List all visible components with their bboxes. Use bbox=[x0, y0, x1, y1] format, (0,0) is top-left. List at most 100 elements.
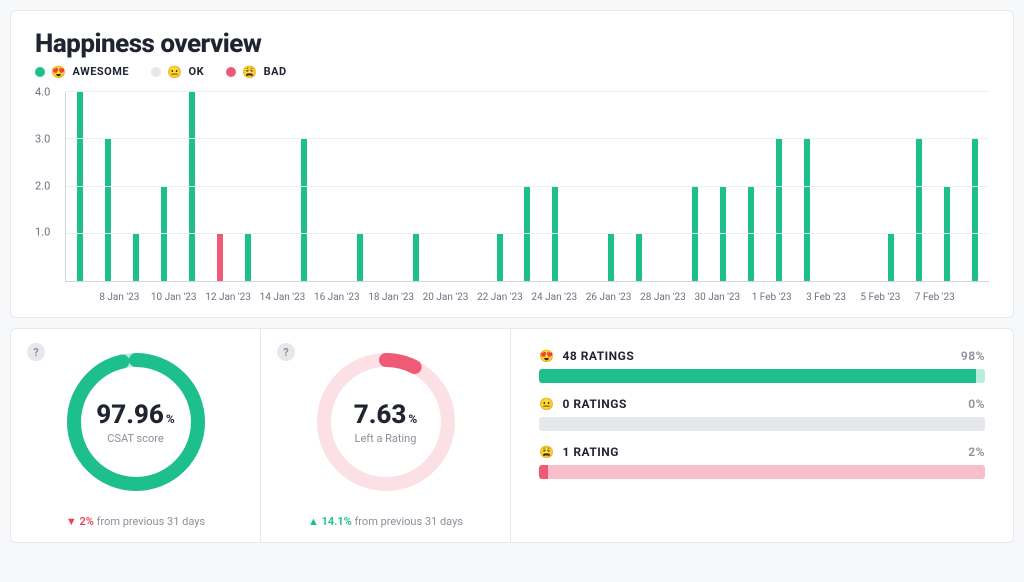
bar bbox=[944, 187, 950, 282]
x-tick-label: 8 Jan '23 bbox=[92, 292, 146, 303]
csat-value: 97.96% bbox=[96, 400, 175, 430]
rating-bar-fill bbox=[539, 369, 976, 383]
bar bbox=[552, 187, 558, 282]
bar bbox=[357, 234, 363, 281]
day-slot bbox=[933, 92, 961, 281]
help-icon[interactable]: ? bbox=[277, 343, 295, 361]
bar bbox=[804, 139, 810, 281]
legend-item[interactable]: 😍AWESOME bbox=[35, 65, 129, 78]
arrow-up-icon: ▲ bbox=[308, 515, 319, 528]
grid-line bbox=[66, 138, 989, 139]
x-tick-label: 10 Jan '23 bbox=[147, 292, 201, 303]
x-tick-label: 14 Jan '23 bbox=[255, 292, 309, 303]
rating-row: 😐0 RATINGS0% bbox=[539, 397, 985, 431]
x-tick-label: 3 Feb '23 bbox=[799, 292, 853, 303]
bar bbox=[189, 92, 195, 281]
legend-emoji-icon: 😐 bbox=[167, 66, 182, 78]
delta-suffix: from previous 31 days bbox=[97, 515, 206, 528]
y-tick-label: 3.0 bbox=[35, 132, 50, 145]
day-slot bbox=[346, 92, 374, 281]
day-slot bbox=[486, 92, 514, 281]
day-slot bbox=[374, 92, 402, 281]
bar bbox=[245, 234, 251, 281]
csat-label: CSAT score bbox=[107, 432, 163, 445]
day-slot bbox=[514, 92, 542, 281]
delta-suffix: from previous 31 days bbox=[354, 515, 463, 528]
help-icon[interactable]: ? bbox=[27, 343, 45, 361]
x-tick-label: 30 Jan '23 bbox=[690, 292, 744, 303]
rating-percent: 98% bbox=[961, 349, 985, 363]
chart-title: Happiness overview bbox=[35, 29, 989, 59]
legend-label: OK bbox=[189, 65, 205, 78]
day-slot bbox=[234, 92, 262, 281]
bar bbox=[608, 234, 614, 281]
legend-dot bbox=[151, 67, 161, 77]
bar bbox=[77, 92, 83, 281]
day-slot bbox=[402, 92, 430, 281]
grid-line bbox=[66, 91, 989, 92]
chart-legend: 😍AWESOME 😐 OK 😩BAD bbox=[35, 65, 989, 78]
x-tick-label: 22 Jan '23 bbox=[473, 292, 527, 303]
left-rating-donut: 7.63% Left a Rating bbox=[311, 347, 461, 497]
x-tick-label: 18 Jan '23 bbox=[364, 292, 418, 303]
day-slot bbox=[877, 92, 905, 281]
arrow-down-icon: ▼ bbox=[66, 515, 77, 528]
bar bbox=[524, 187, 530, 282]
bar bbox=[888, 234, 894, 281]
day-slot bbox=[94, 92, 122, 281]
csat-card: ? 97.96% CSAT score ▼ 2% from previous 3… bbox=[10, 328, 260, 543]
day-slot bbox=[541, 92, 569, 281]
day-slot bbox=[430, 92, 458, 281]
day-slot bbox=[597, 92, 625, 281]
delta-value: 14.1% bbox=[322, 515, 352, 528]
percent-sign: % bbox=[166, 412, 175, 426]
bar bbox=[972, 139, 978, 281]
left-rating-label: Left a Rating bbox=[355, 432, 417, 445]
x-tick-label: 1 Feb '23 bbox=[744, 292, 798, 303]
rating-label: 48 RATINGS bbox=[562, 349, 634, 363]
day-slot bbox=[821, 92, 849, 281]
bar bbox=[413, 234, 419, 281]
bar bbox=[776, 139, 782, 281]
x-tick-label: 12 Jan '23 bbox=[201, 292, 255, 303]
bar bbox=[105, 139, 111, 281]
ratings-breakdown-card: 😍48 RATINGS98%😐0 RATINGS0%😩1 RATING2% bbox=[510, 328, 1014, 543]
y-tick-label: 4.0 bbox=[35, 86, 50, 99]
day-slot bbox=[150, 92, 178, 281]
y-tick-label: 1.0 bbox=[35, 226, 50, 239]
legend-label: BAD bbox=[264, 65, 287, 78]
x-tick-label: 28 Jan '23 bbox=[636, 292, 690, 303]
rating-bar bbox=[539, 369, 985, 383]
delta-value: 2% bbox=[79, 515, 93, 528]
legend-item[interactable]: 😐 OK bbox=[151, 65, 204, 78]
rating-bar-fill bbox=[539, 465, 548, 479]
rating-bar bbox=[539, 417, 985, 431]
left-rating-delta: ▲ 14.1% from previous 31 days bbox=[308, 515, 463, 528]
day-slot bbox=[709, 92, 737, 281]
rating-label: 0 RATINGS bbox=[562, 397, 626, 411]
legend-dot bbox=[35, 67, 45, 77]
legend-item[interactable]: 😩BAD bbox=[226, 65, 287, 78]
rating-bar bbox=[539, 465, 985, 479]
plot-area bbox=[65, 92, 989, 282]
day-slot bbox=[625, 92, 653, 281]
day-slot bbox=[765, 92, 793, 281]
x-axis: 8 Jan '2310 Jan '2312 Jan '2314 Jan '23 1… bbox=[65, 292, 989, 307]
rating-emoji-icon: 😩 bbox=[539, 446, 554, 458]
day-slot bbox=[905, 92, 933, 281]
happiness-overview-card: Happiness overview 😍AWESOME 😐 OK 😩BAD 1.0 2.… bbox=[10, 10, 1014, 318]
bar bbox=[133, 234, 139, 281]
metrics-row: ? 97.96% CSAT score ▼ 2% from previous 3… bbox=[10, 328, 1014, 543]
percent-sign: % bbox=[408, 412, 417, 426]
day-slot bbox=[681, 92, 709, 281]
bar bbox=[916, 139, 922, 281]
csat-delta: ▼ 2% from previous 31 days bbox=[66, 515, 205, 528]
legend-label: AWESOME bbox=[72, 65, 129, 78]
left-rating-card: ? 7.63% Left a Rating ▲ 14.1% from previ… bbox=[260, 328, 510, 543]
bar bbox=[301, 139, 307, 281]
rating-row: 😩1 RATING2% bbox=[539, 445, 985, 479]
bars-container bbox=[66, 92, 989, 281]
y-tick-label: 2.0 bbox=[35, 179, 50, 192]
day-slot bbox=[178, 92, 206, 281]
x-tick-label: 5 Feb '23 bbox=[853, 292, 907, 303]
